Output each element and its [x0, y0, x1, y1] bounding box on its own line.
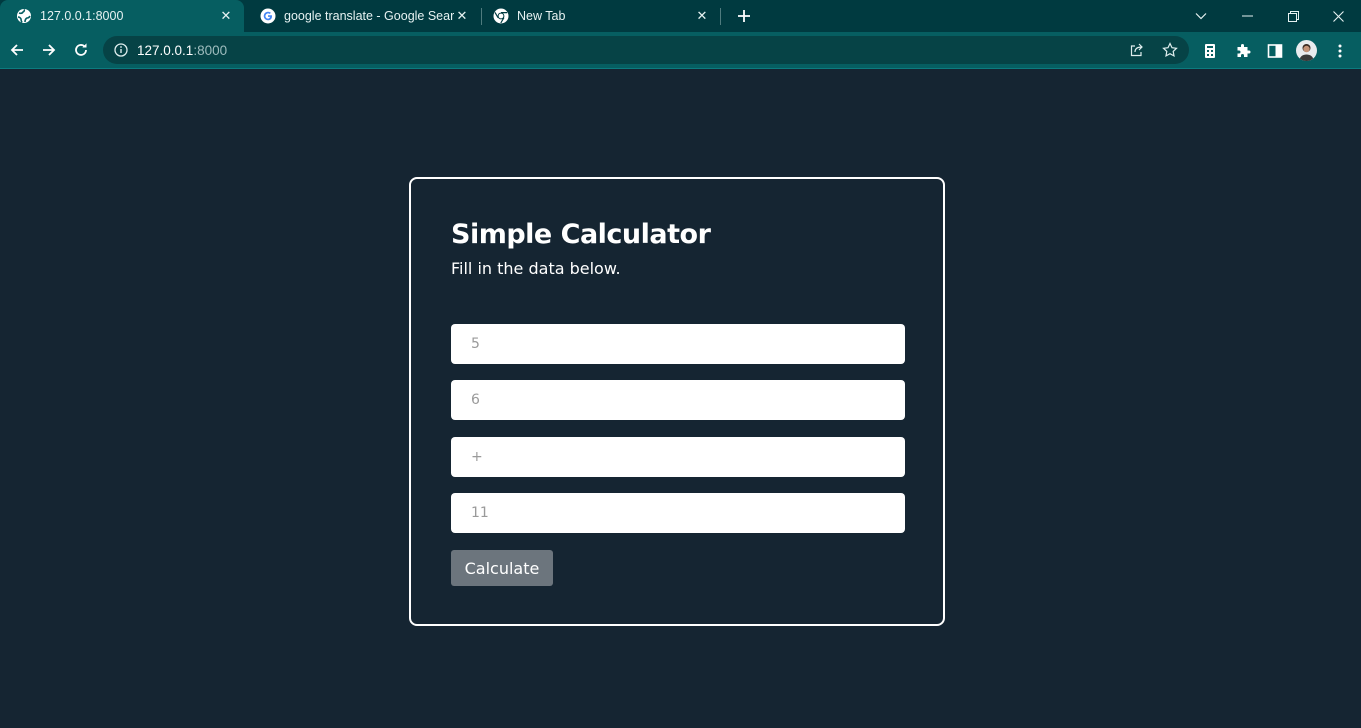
- tab-strip: 127.0.0.1:8000 ✕ google translate - Goog…: [0, 0, 1361, 32]
- tab-search-button[interactable]: [1188, 0, 1214, 32]
- tab-separator: [720, 8, 721, 25]
- close-icon[interactable]: ✕: [454, 8, 470, 24]
- tab-localhost[interactable]: 127.0.0.1:8000 ✕: [0, 0, 244, 32]
- close-icon: [1333, 10, 1344, 22]
- first-number-input[interactable]: [451, 324, 905, 364]
- google-g-icon: [260, 8, 276, 24]
- back-button[interactable]: [5, 38, 29, 62]
- puzzle-icon[interactable]: [1234, 42, 1252, 60]
- info-icon[interactable]: [113, 42, 129, 58]
- star-icon[interactable]: [1162, 42, 1178, 58]
- reload-button[interactable]: [69, 38, 93, 62]
- side-panel-icon[interactable]: [1266, 42, 1284, 60]
- page-subtitle: Fill in the data below.: [451, 259, 621, 278]
- arrow-left-icon: [10, 44, 23, 56]
- url-port: :8000: [193, 42, 228, 58]
- tab-title: 127.0.0.1:8000: [40, 9, 124, 23]
- operator-input[interactable]: [451, 437, 905, 477]
- reload-icon: [75, 43, 87, 56]
- minimize-button[interactable]: [1224, 0, 1270, 32]
- browser-toolbar: 127.0.0.1:8000: [0, 32, 1361, 69]
- minimize-icon: [1241, 15, 1253, 17]
- chrome-icon: [493, 8, 509, 24]
- globe-icon: [16, 8, 32, 24]
- menu-dots-icon[interactable]: [1331, 42, 1349, 60]
- arrow-right-icon: [43, 44, 56, 56]
- close-icon[interactable]: ✕: [218, 8, 234, 24]
- calculator-card: Simple Calculator Fill in the data below…: [409, 177, 945, 626]
- chevron-down-icon: [1195, 13, 1207, 20]
- address-bar[interactable]: 127.0.0.1:8000: [103, 36, 1189, 64]
- avatar[interactable]: [1296, 40, 1317, 61]
- close-window-button[interactable]: [1316, 0, 1361, 32]
- result-input[interactable]: [451, 493, 905, 533]
- new-tab-button[interactable]: [732, 4, 756, 28]
- tab-google-search[interactable]: google translate - Google Search ✕: [244, 0, 480, 32]
- plus-icon: [738, 10, 750, 22]
- page-title: Simple Calculator: [451, 219, 711, 250]
- restore-icon: [1287, 10, 1299, 22]
- share-icon[interactable]: [1129, 42, 1145, 58]
- close-icon[interactable]: ✕: [694, 8, 710, 24]
- address-url[interactable]: 127.0.0.1:8000: [137, 43, 227, 58]
- tab-new-tab[interactable]: New Tab ✕: [482, 0, 720, 32]
- calculate-button[interactable]: Calculate: [451, 550, 553, 586]
- second-number-input[interactable]: [451, 380, 905, 420]
- restore-button[interactable]: [1270, 0, 1316, 32]
- tab-title: New Tab: [517, 9, 566, 23]
- tab-title: google translate - Google Search: [284, 9, 454, 23]
- extension-icon[interactable]: [1201, 42, 1219, 60]
- url-host: 127.0.0.1: [137, 42, 194, 58]
- forward-button[interactable]: [37, 38, 61, 62]
